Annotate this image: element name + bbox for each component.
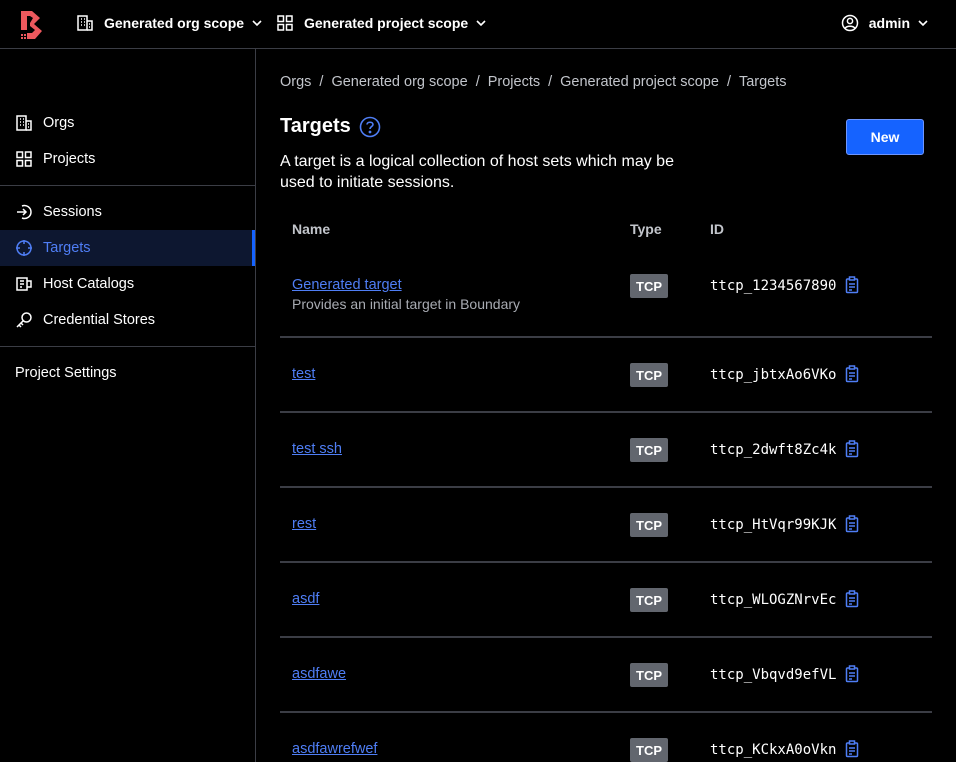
target-name-link[interactable]: test ssh [292, 441, 342, 457]
type-badge: TCP [630, 438, 668, 462]
target-icon [16, 240, 32, 256]
sessions-icon [17, 204, 32, 220]
sidebar-item-label: Credential Stores [43, 312, 156, 328]
grid-icon [16, 151, 32, 167]
sidebar-item-label: Host Catalogs [43, 276, 135, 292]
sidebar-item-sessions[interactable]: Sessions [0, 194, 255, 230]
row-divider [280, 636, 932, 638]
org-scope-dropdown[interactable]: Generated org scope [76, 14, 264, 32]
sidebar-item-credential-stores[interactable]: Credential Stores [0, 302, 255, 338]
row-divider [280, 486, 932, 488]
type-badge: TCP [630, 663, 668, 687]
sidebar-item-label: Projects [43, 151, 96, 167]
target-id: ttcp_1234567890 [710, 278, 837, 294]
project-scope-dropdown[interactable]: Generated project scope [276, 14, 488, 32]
sidebar-item-label: Targets [43, 240, 91, 256]
target-id: ttcp_WLOGZNrvEc [710, 592, 837, 608]
breadcrumb-separator: / [726, 74, 731, 90]
breadcrumb-separator: / [475, 74, 480, 90]
target-description: Provides an initial target in Boundary [292, 296, 521, 312]
copy-icon[interactable] [845, 665, 861, 683]
grid-icon [277, 15, 293, 31]
org-icon [16, 115, 32, 131]
target-id: ttcp_KCkxA0oVkn [710, 742, 837, 758]
type-badge: TCP [630, 513, 668, 537]
top-bar: Generated org scope Generated project sc… [0, 0, 956, 49]
target-id: ttcp_Vbqvd9efVL [710, 667, 837, 683]
sidebar: Orgs Projects Sessions Targets Host Cata… [0, 49, 256, 762]
copy-icon[interactable] [845, 440, 861, 458]
sidebar-item-orgs[interactable]: Orgs [0, 105, 255, 141]
page-title-row: Targets [280, 115, 381, 138]
sidebar-divider [0, 185, 255, 186]
target-name-link[interactable]: test [292, 366, 315, 382]
type-badge: TCP [630, 738, 668, 762]
breadcrumb-targets[interactable]: Targets [739, 74, 787, 90]
breadcrumb-org-scope[interactable]: Generated org scope [331, 74, 467, 90]
sidebar-item-project-settings[interactable]: Project Settings [0, 355, 255, 391]
target-name-link[interactable]: asdfawrefwef [292, 741, 377, 757]
row-divider [280, 711, 932, 713]
help-icon[interactable] [359, 116, 381, 138]
copy-icon[interactable] [845, 740, 861, 758]
chevron-down-icon [476, 20, 486, 27]
target-name-link[interactable]: asdf [292, 591, 319, 607]
boundary-logo-icon[interactable] [18, 10, 44, 40]
sidebar-item-host-catalogs[interactable]: Host Catalogs [0, 266, 255, 302]
target-id: ttcp_jbtxAo6VKo [710, 367, 837, 383]
sidebar-divider [0, 346, 255, 347]
target-name-link[interactable]: rest [292, 516, 316, 532]
page-description: A target is a logical collection of host… [280, 153, 674, 191]
type-badge: TCP [630, 363, 668, 387]
user-name: admin [868, 15, 910, 31]
sidebar-item-label: Orgs [43, 115, 75, 131]
target-name-link[interactable]: Generated target [292, 277, 402, 293]
row-divider [280, 561, 932, 563]
chevron-down-icon [252, 20, 262, 27]
user-icon [841, 14, 859, 32]
breadcrumb-projects[interactable]: Projects [488, 74, 540, 90]
copy-icon[interactable] [845, 590, 861, 608]
column-header-id[interactable]: ID [710, 221, 724, 237]
breadcrumb-separator: / [548, 74, 553, 90]
column-header-name[interactable]: Name [292, 221, 330, 237]
new-target-button[interactable]: New [846, 119, 924, 155]
target-id: ttcp_HtVqr99KJK [710, 517, 837, 533]
breadcrumb-project-scope[interactable]: Generated project scope [560, 74, 719, 90]
page-title: Targets [280, 115, 351, 137]
copy-icon[interactable] [845, 276, 861, 294]
row-divider [280, 336, 932, 338]
breadcrumb-separator: / [319, 74, 324, 90]
main-content: Orgs / Generated org scope / Projects / … [256, 49, 956, 762]
target-name-link[interactable]: asdfawe [292, 666, 346, 682]
copy-icon[interactable] [845, 515, 861, 533]
type-badge: TCP [630, 588, 668, 612]
row-divider [280, 411, 932, 413]
column-header-type[interactable]: Type [630, 221, 662, 237]
breadcrumb: Orgs / Generated org scope / Projects / … [280, 74, 787, 90]
breadcrumb-orgs[interactable]: Orgs [280, 74, 311, 90]
target-id: ttcp_2dwft8Zc4k [710, 442, 837, 458]
chevron-down-icon [918, 20, 928, 27]
key-icon [16, 312, 32, 328]
org-icon [77, 15, 93, 31]
host-catalog-icon [16, 277, 32, 291]
sidebar-item-projects[interactable]: Projects [0, 141, 255, 177]
user-menu[interactable]: admin [841, 14, 930, 32]
type-badge: TCP [630, 274, 668, 298]
sidebar-item-label: Project Settings [15, 365, 117, 381]
sidebar-item-targets[interactable]: Targets [0, 230, 255, 266]
project-scope-label: Generated project scope [304, 15, 469, 31]
org-scope-label: Generated org scope [104, 15, 245, 31]
copy-icon[interactable] [845, 365, 861, 383]
sidebar-item-label: Sessions [43, 204, 102, 220]
